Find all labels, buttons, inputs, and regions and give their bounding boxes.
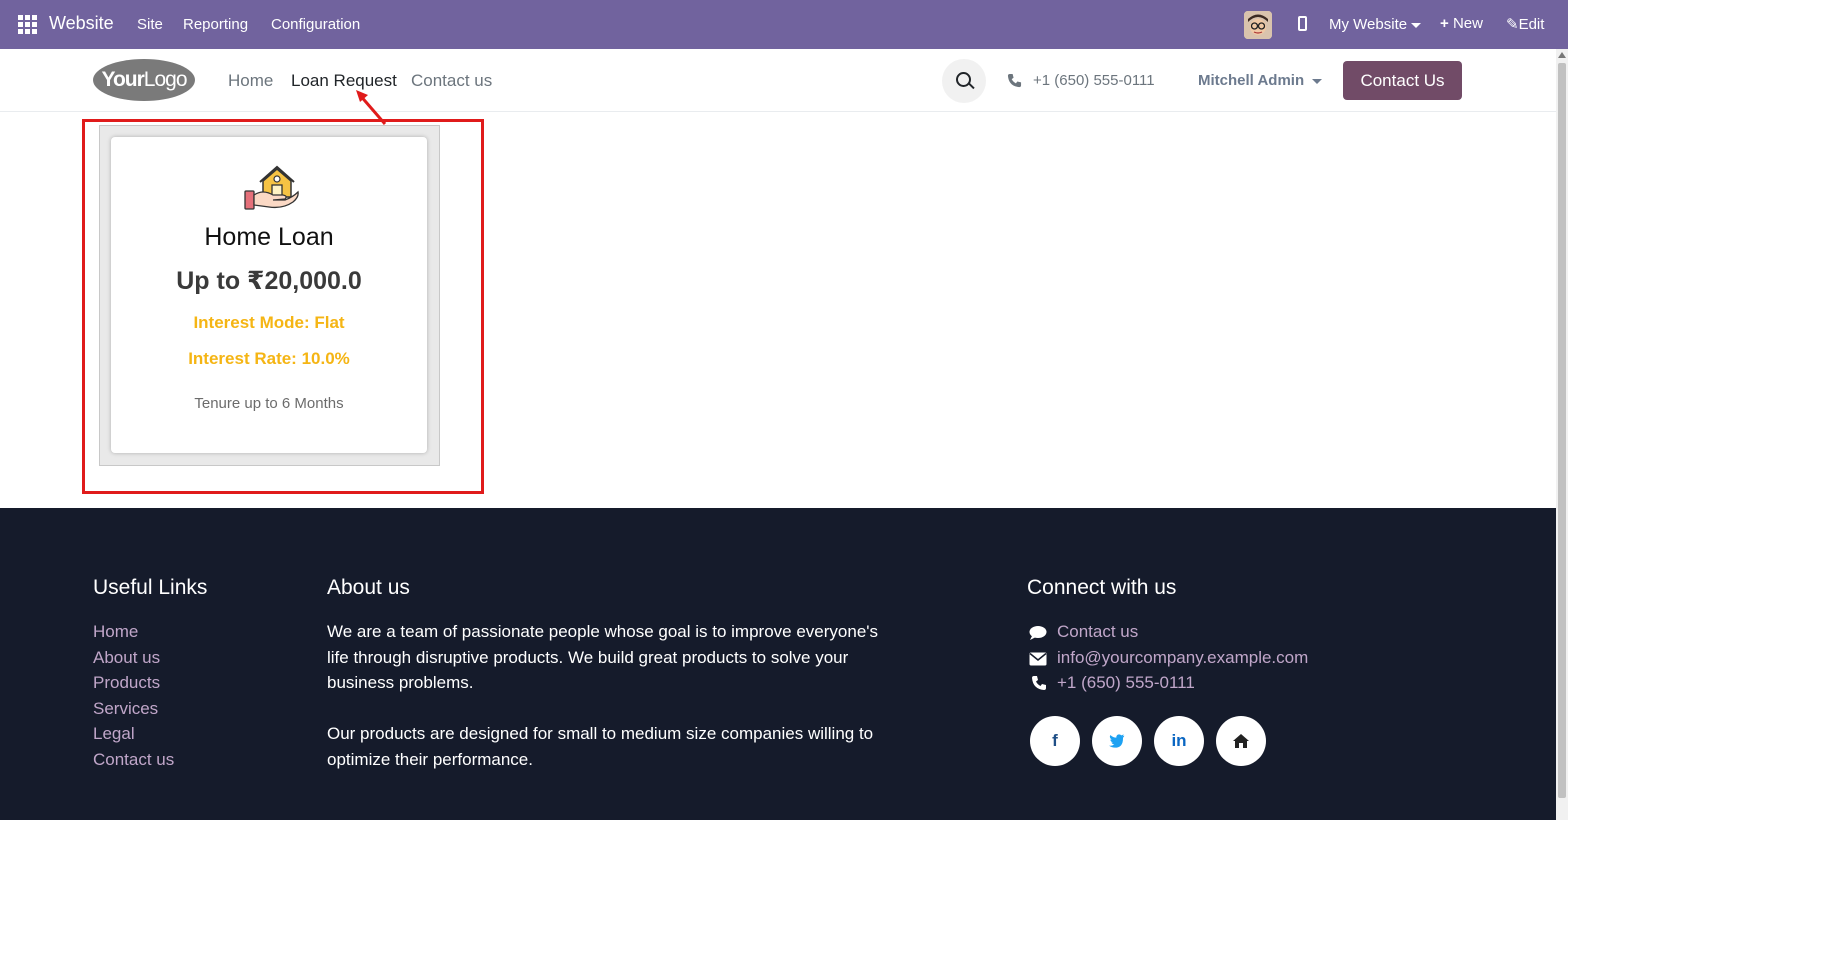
loan-card-container: Home Loan Up to ₹20,000.0 Interest Mode:… [99, 125, 440, 466]
app-brand[interactable]: Website [49, 13, 114, 34]
edit-label: Edit [1518, 16, 1545, 33]
search-button[interactable] [942, 59, 986, 103]
menu-configuration[interactable]: Configuration [271, 16, 360, 33]
linkedin-icon[interactable]: in [1154, 716, 1204, 766]
site-logo[interactable]: YourLogo [93, 59, 195, 101]
loan-tenure: Tenure up to 6 Months [194, 395, 344, 412]
footer-link-home[interactable]: Home [93, 622, 138, 642]
footer-phone[interactable]: +1 (650) 555-0111 [1057, 673, 1195, 693]
header-phone[interactable]: +1 (650) 555-0111 [1033, 72, 1155, 89]
footer-link-products[interactable]: Products [93, 673, 160, 693]
user-name: Mitchell Admin [1198, 72, 1305, 89]
about-paragraph-1: We are a team of passionate people whose… [327, 622, 879, 692]
pencil-icon: ✎ [1506, 16, 1519, 33]
apps-menu-icon[interactable] [18, 15, 37, 34]
twitter-icon[interactable] [1092, 716, 1142, 766]
useful-links-heading: Useful Links [93, 576, 208, 599]
footer-link-contact-us[interactable]: Contact us [93, 750, 174, 770]
menu-reporting[interactable]: Reporting [183, 16, 248, 33]
edit-button[interactable]: ✎Edit [1506, 15, 1544, 33]
site-header: YourLogo Home Loan Request Contact us +1… [0, 49, 1556, 112]
scroll-up-icon[interactable] [1558, 52, 1566, 58]
interest-rate: Interest Rate: 10.0% [188, 349, 350, 368]
envelope-icon [1029, 652, 1047, 666]
website-selector-label: My Website [1329, 16, 1408, 33]
footer-link-about-us[interactable]: About us [93, 648, 160, 668]
facebook-icon[interactable]: f [1030, 716, 1080, 766]
loan-amount: Up to ₹20,000.0 [176, 267, 362, 295]
page-scrollbar[interactable] [1556, 49, 1568, 820]
about-heading: About us [327, 576, 410, 599]
nav-home[interactable]: Home [228, 71, 273, 91]
loan-title: Home Loan [204, 223, 334, 251]
about-paragraph-2: Our products are designed for small to m… [327, 724, 874, 769]
chevron-down-icon [1312, 78, 1323, 84]
scrollbar-thumb[interactable] [1558, 63, 1566, 798]
chat-icon [1029, 626, 1047, 640]
chevron-down-icon [1411, 22, 1422, 28]
contact-us-button[interactable]: Contact Us [1343, 61, 1462, 100]
footer-contact-us[interactable]: Contact us [1057, 622, 1138, 642]
home-loan-icon [244, 165, 299, 210]
user-menu[interactable]: Mitchell Admin [1198, 72, 1323, 89]
home-icon[interactable] [1216, 716, 1266, 766]
footer-link-services[interactable]: Services [93, 699, 158, 719]
new-label: New [1452, 15, 1483, 32]
loan-card[interactable]: Home Loan Up to ₹20,000.0 Interest Mode:… [111, 137, 427, 453]
footer-link-legal[interactable]: Legal [93, 724, 135, 744]
interest-mode: Interest Mode: Flat [193, 313, 345, 332]
admin-bar: Website Site Reporting Configuration My … [0, 0, 1568, 49]
footer-email[interactable]: info@yourcompany.example.com [1057, 648, 1308, 668]
plus-icon: + [1440, 15, 1449, 32]
website-selector[interactable]: My Website [1329, 16, 1422, 33]
site-footer: Useful Links Home About us Products Serv… [0, 508, 1556, 820]
menu-site[interactable]: Site [137, 16, 163, 33]
phone-icon [1007, 73, 1022, 92]
nav-contact-us[interactable]: Contact us [411, 71, 492, 91]
new-button[interactable]: + New [1440, 15, 1483, 32]
connect-heading: Connect with us [1027, 576, 1177, 599]
mobile-preview-icon[interactable] [1298, 16, 1307, 31]
user-avatar[interactable] [1244, 11, 1272, 39]
phone-icon [1032, 676, 1046, 690]
